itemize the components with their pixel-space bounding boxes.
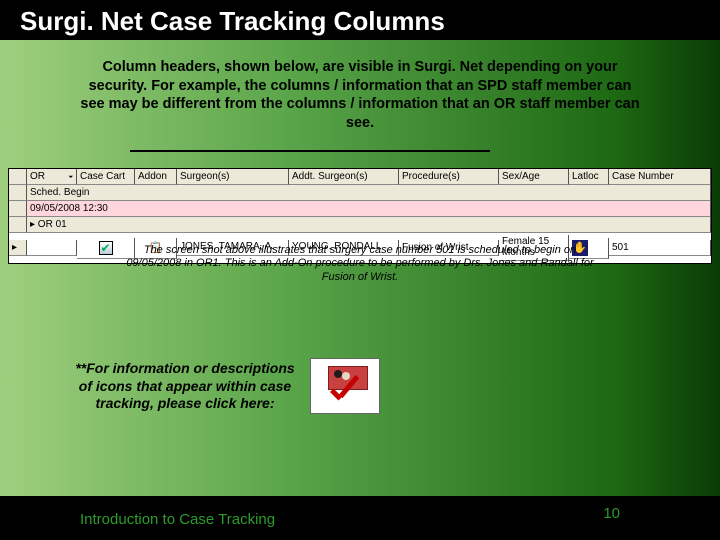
page-number: 10 xyxy=(603,505,620,522)
col-addon: Addon xyxy=(135,169,177,185)
table-date-row: 09/05/2008 12:30 xyxy=(9,201,711,217)
checkmark-icon xyxy=(322,378,360,406)
col-case-cart: Case Cart xyxy=(77,169,135,185)
icon-legend-button[interactable] xyxy=(310,358,380,414)
cell-empty xyxy=(9,185,27,201)
table-group-row: ▸ OR 01 xyxy=(9,217,711,233)
sort-icon: ▾ xyxy=(68,174,73,180)
screenshot-caption: The screen shot above illustrates that s… xyxy=(120,244,600,284)
col-or-label: OR xyxy=(30,171,45,182)
col-addt-surgeon: Addt. Surgeon(s) xyxy=(289,169,399,185)
col-sex-age: Sex/Age xyxy=(499,169,569,185)
cell-case-number: 501 xyxy=(609,240,711,256)
col-selector xyxy=(9,169,27,185)
col-surgeon: Surgeon(s) xyxy=(177,169,289,185)
col-latloc: Latloc xyxy=(569,169,609,185)
col-sched-begin: Sched. Begin xyxy=(27,185,711,201)
col-or: OR ▾ xyxy=(27,169,77,185)
col-case-number: Case Number xyxy=(609,169,711,185)
cell-empty xyxy=(9,201,27,217)
col-procedure: Procedure(s) xyxy=(399,169,499,185)
table-header-row: OR ▾ Case Cart Addon Surgeon(s) Addt. Sur… xyxy=(9,169,711,185)
row-pointer: ▸ xyxy=(9,240,27,256)
footer-title: Introduction to Case Tracking xyxy=(80,511,275,528)
cell-sched-date: 09/05/2008 12:30 xyxy=(27,201,711,217)
cell-group-label: ▸ OR 01 xyxy=(27,217,711,233)
cell-or xyxy=(27,240,77,256)
cell-empty xyxy=(9,217,27,233)
check-icon: ✔ xyxy=(99,241,113,255)
intro-paragraph: Column headers, shown below, are visible… xyxy=(80,58,640,132)
table-subheader-row: Sched. Begin xyxy=(9,185,711,201)
page-title: Surgi. Net Case Tracking Columns xyxy=(20,6,445,37)
slide: Surgi. Net Case Tracking Columns Column … xyxy=(0,0,720,540)
underline-divider xyxy=(130,150,490,152)
icon-info-text: **For information or descriptions of ico… xyxy=(70,360,300,413)
